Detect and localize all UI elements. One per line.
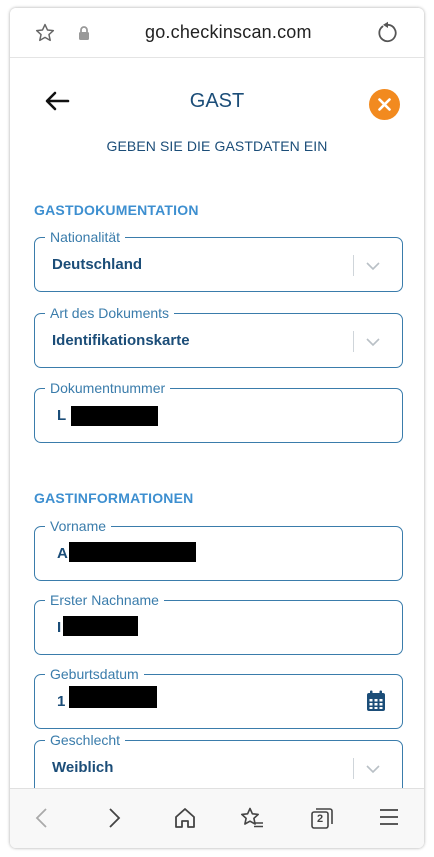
- page-title: GAST: [189, 90, 245, 112]
- phone-screen: go.checkinscan.com GAST GEBEN SIE DIE GA…: [10, 8, 424, 848]
- redaction-bar: [69, 542, 196, 562]
- nav-back-icon[interactable]: [34, 806, 50, 835]
- first-name-field[interactable]: Vorname A: [34, 517, 403, 581]
- page-subtitle: GEBEN SIE DIE GASTDATEN EIN: [106, 138, 328, 154]
- document-number-field[interactable]: Dokumentnummer L: [34, 379, 403, 443]
- bookmark-star-icon[interactable]: [34, 22, 56, 49]
- chevron-down-icon[interactable]: [365, 335, 381, 353]
- section-heading-documentation: GASTDOKUMENTATION: [34, 202, 199, 218]
- close-icon: [378, 98, 391, 111]
- chevron-down-icon[interactable]: [365, 259, 381, 277]
- nationality-label: Nationalität: [45, 228, 126, 246]
- select-divider: [353, 331, 354, 352]
- gender-select[interactable]: Geschlecht Weiblich: [34, 731, 403, 795]
- gender-label: Geschlecht: [45, 731, 126, 749]
- last-name-label: Erster Nachname: [45, 591, 164, 609]
- lock-icon: [77, 25, 91, 46]
- redaction-bar: [69, 686, 157, 708]
- last-name-value: I: [57, 619, 62, 636]
- document-type-label: Art des Dokuments: [45, 304, 175, 322]
- close-button[interactable]: [369, 89, 400, 120]
- birth-date-label: Geburtsdatum: [45, 665, 144, 683]
- document-type-select[interactable]: Art des Dokuments Identifikationskarte: [34, 304, 403, 368]
- browser-url-bar: go.checkinscan.com: [10, 8, 424, 58]
- document-number-label: Dokumentnummer: [45, 379, 171, 397]
- home-icon[interactable]: [173, 806, 197, 835]
- calendar-icon[interactable]: [366, 690, 386, 717]
- redaction-bar: [71, 406, 158, 426]
- url-text[interactable]: go.checkinscan.com: [145, 22, 312, 43]
- tab-count: 2: [317, 813, 324, 825]
- nav-forward-icon[interactable]: [106, 806, 122, 835]
- birth-date-field[interactable]: Geburtsdatum 1: [34, 665, 403, 729]
- chevron-down-icon[interactable]: [365, 762, 381, 780]
- menu-icon[interactable]: [378, 806, 400, 833]
- nationality-value: Deutschland: [52, 256, 143, 273]
- document-type-value: Identifikationskarte: [52, 332, 190, 349]
- document-number-value: L: [57, 407, 67, 424]
- section-heading-guest-info: GASTINFORMATIONEN: [34, 490, 194, 506]
- tabs-icon[interactable]: 2: [309, 806, 335, 835]
- first-name-label: Vorname: [45, 517, 112, 535]
- reload-icon[interactable]: [376, 21, 400, 50]
- browser-bottom-bar: 2: [10, 788, 424, 848]
- redaction-bar: [63, 616, 138, 636]
- gender-value: Weiblich: [52, 759, 114, 776]
- select-divider: [353, 758, 354, 779]
- birth-date-value: 1: [57, 693, 66, 710]
- select-divider: [353, 255, 354, 276]
- nationality-select[interactable]: Nationalität Deutschland: [34, 228, 403, 292]
- first-name-value: A: [57, 545, 68, 562]
- last-name-field[interactable]: Erster Nachname I: [34, 591, 403, 655]
- bookmarks-icon[interactable]: [239, 806, 265, 835]
